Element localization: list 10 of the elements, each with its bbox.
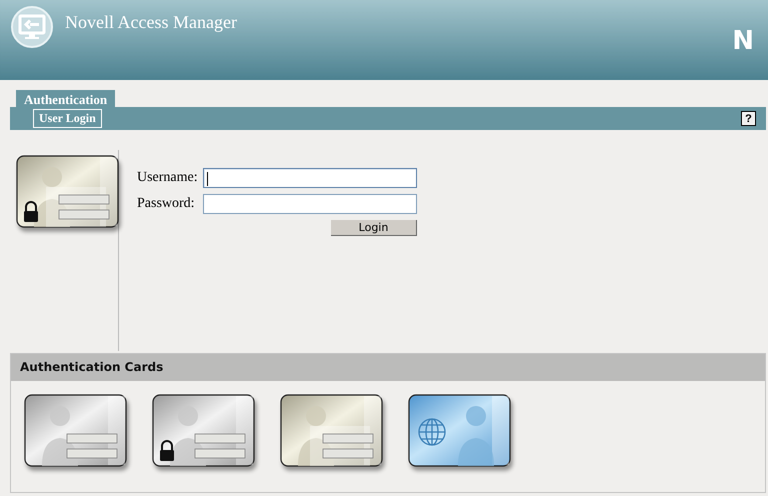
logo: N	[732, 26, 754, 56]
field-label: Password:	[137, 196, 196, 212]
input-field[interactable]	[203, 194, 417, 214]
field-label: Username:	[137, 170, 199, 186]
help-button[interactable]: ?	[741, 111, 756, 126]
input-field[interactable]	[203, 168, 417, 188]
panel-title: Authentication Cards	[11, 354, 765, 381]
app-title: Novell Access Manager	[65, 12, 237, 33]
exit-monitor-icon	[10, 5, 54, 49]
login-button[interactable]: Login	[331, 220, 417, 236]
